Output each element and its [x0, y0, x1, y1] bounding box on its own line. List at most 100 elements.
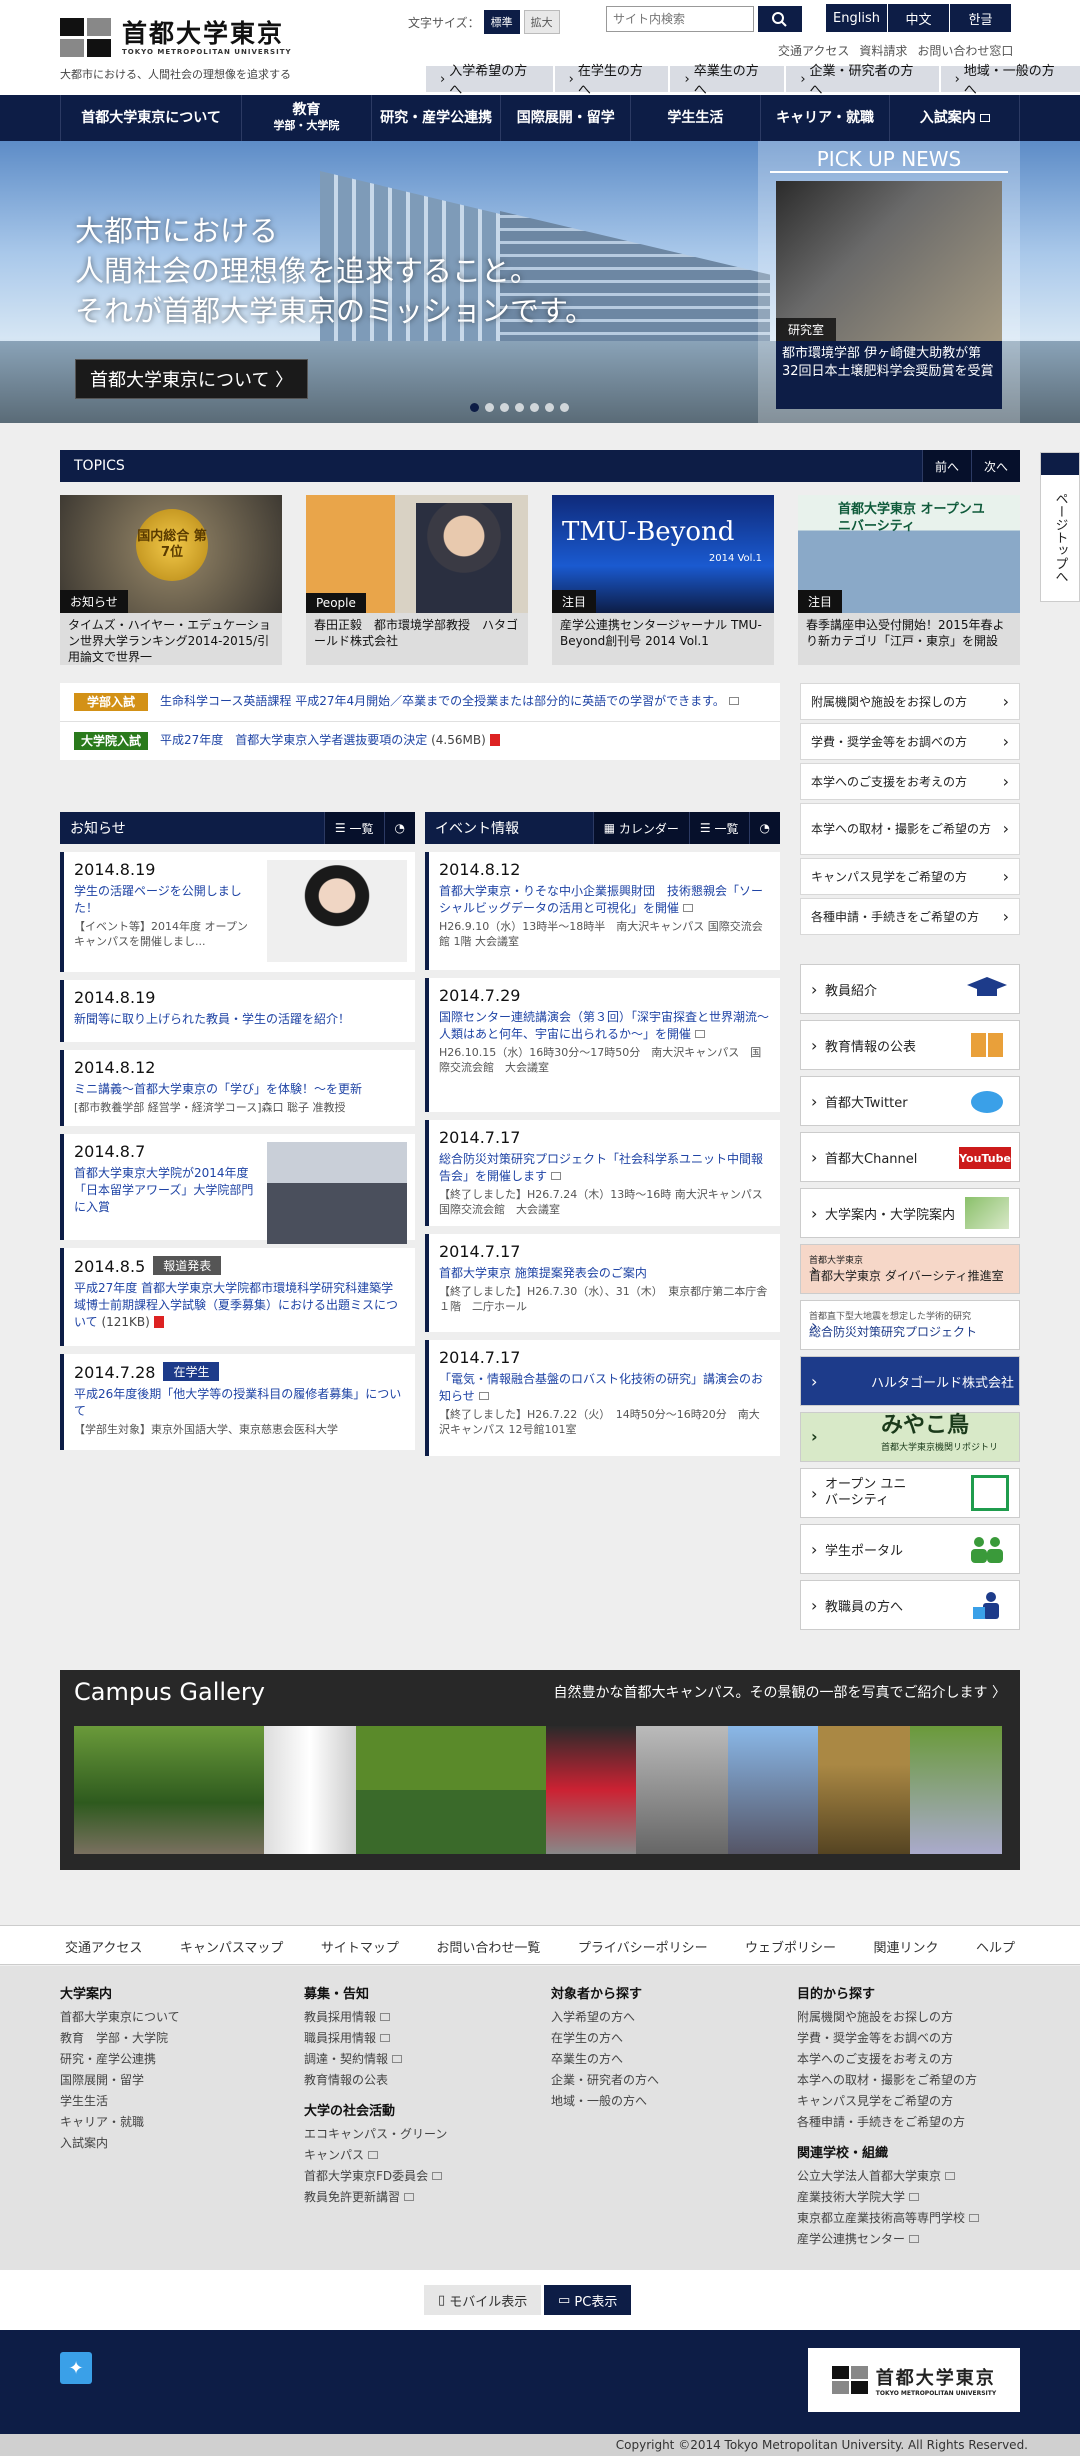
- sitemap-link[interactable]: 首都大学東京について: [60, 2007, 180, 2028]
- font-large-button[interactable]: 拡大: [523, 10, 560, 34]
- sitemap-link[interactable]: 公立大学法人首都大学東京: [797, 2166, 979, 2187]
- banner-miyakodori[interactable]: みやこ鳥首都大学東京機関リポジトリ: [800, 1412, 1020, 1462]
- search-input[interactable]: [606, 6, 754, 32]
- banner-staff[interactable]: 教職員の方へ: [800, 1580, 1020, 1630]
- purpose-link[interactable]: 附属機関や施設をお探しの方: [800, 683, 1020, 720]
- news-list-button[interactable]: ☰ 一覧: [323, 812, 384, 844]
- event-item[interactable]: 2014.7.17 首都大学東京 施策提案発表会のご案内 【終了しました】H26…: [425, 1234, 780, 1332]
- sitemap-link[interactable]: エコキャンパス・グリーン: [304, 2124, 447, 2145]
- nav-student-life[interactable]: 学生生活: [631, 95, 761, 141]
- footer-link[interactable]: プライバシーポリシー: [578, 1937, 708, 1956]
- topic-card[interactable]: People 春田正毅 都市環境学部教授 ハタゴールド株式会社: [306, 495, 528, 665]
- banner-disaster-research[interactable]: 首都直下型大地震を想定した学術的研究総合防災対策研究プロジェクト: [800, 1300, 1020, 1350]
- banner-youtube[interactable]: 首都大Channel YouTube: [800, 1132, 1020, 1182]
- lang-english[interactable]: English: [826, 4, 888, 32]
- link-request[interactable]: 資料請求: [859, 42, 907, 59]
- sitemap-link[interactable]: 研究・産学公連携: [60, 2049, 180, 2070]
- sitemap-link[interactable]: 学費・奨学金等をお調べの方: [797, 2028, 979, 2049]
- sitemap-link[interactable]: 本学への取材・撮影をご希望の方: [797, 2070, 979, 2091]
- slider-dot[interactable]: [560, 403, 569, 412]
- footer-link[interactable]: お問い合わせ一覧: [436, 1937, 540, 1956]
- sitemap-link[interactable]: 産学公連携センター: [797, 2229, 979, 2250]
- nav-education[interactable]: 教育 学部・大学院: [242, 95, 372, 141]
- pc-view-button[interactable]: ▭ PC表示: [544, 2285, 632, 2315]
- purpose-link[interactable]: 学費・奨学金等をお調べの方: [800, 723, 1020, 760]
- banner-education-info[interactable]: 教育情報の公表: [800, 1020, 1020, 1070]
- campus-gallery[interactable]: Campus Gallery 自然豊かな首都大キャンパス。その景観の一部を写真で…: [60, 1670, 1020, 1870]
- sitemap-link[interactable]: キャンパス見学をご希望の方: [797, 2091, 979, 2112]
- audience-students[interactable]: 在学生の方へ: [554, 64, 669, 98]
- nav-career[interactable]: キャリア・就職: [761, 95, 891, 141]
- gallery-photo[interactable]: [264, 1726, 356, 1854]
- banner-open-university[interactable]: オープン ユニバーシティ: [800, 1468, 1020, 1518]
- news-item[interactable]: 2014.8.19 学生の活躍ページを公開しました！ 【イベント等】2014年度…: [60, 852, 415, 972]
- sitemap-link[interactable]: 教育 学部・大学院: [60, 2028, 180, 2049]
- purpose-link[interactable]: 本学へのご支援をお考えの方: [800, 763, 1020, 800]
- event-item[interactable]: 2014.8.12 首都大学東京・りそな中小企業振興財団 技術懇親会「ソーシャル…: [425, 852, 780, 970]
- page-top-button[interactable]: ページトップへ: [1040, 452, 1080, 602]
- banner-faculty[interactable]: 教員紹介: [800, 964, 1020, 1014]
- sitemap-link[interactable]: 東京都立産業技術高等専門学校: [797, 2208, 980, 2229]
- sitemap-link[interactable]: 入学希望の方へ: [551, 2007, 659, 2028]
- purpose-link[interactable]: キャンパス見学をご希望の方: [800, 858, 1020, 895]
- topic-card[interactable]: TMU-Beyond 2014 Vol.1 注目 産学公連携センタージャーナル …: [552, 495, 774, 665]
- search-button[interactable]: [758, 6, 802, 32]
- sitemap-link[interactable]: キャンパス: [304, 2145, 447, 2166]
- news-item[interactable]: 2014.8.12 ミニ講義〜首都大学東京の「学び」を体験！〜を更新 [都市教養…: [60, 1050, 415, 1126]
- hero-about-button[interactable]: 首都大学東京について 〉: [75, 359, 309, 399]
- pickup-news[interactable]: PICK UP NEWS 研究室 都市環境学部 伊ヶ崎健大助教が第32回日本土壌…: [758, 141, 1020, 423]
- lang-chinese[interactable]: 中文: [888, 4, 950, 32]
- topic-card[interactable]: 国内総合 第7位 お知らせ タイムズ・ハイヤー・エデュケーション世界大学ランキン…: [60, 495, 282, 665]
- footer-link[interactable]: ヘルプ: [976, 1937, 1015, 1956]
- gallery-photo[interactable]: [636, 1726, 728, 1854]
- news-item[interactable]: 2014.8.5 報道発表 平成27年度 首都大学東京大学院都市環境科学研究科建築…: [60, 1248, 415, 1346]
- gallery-photo[interactable]: [818, 1726, 910, 1854]
- footer-logo[interactable]: 首都大学東京 TOKYO METROPOLITAN UNIVERSITY: [808, 2348, 1020, 2412]
- mobile-view-button[interactable]: ▯ モバイル表示: [424, 2285, 542, 2315]
- sitemap-link[interactable]: 職員採用情報: [304, 2028, 447, 2049]
- sitemap-link[interactable]: 首都大学東京FD委員会: [304, 2166, 447, 2187]
- gallery-photo[interactable]: [356, 1726, 546, 1854]
- nav-international[interactable]: 国際展開・留学: [501, 95, 632, 141]
- font-standard-button[interactable]: 標準: [483, 10, 520, 34]
- events-list-button[interactable]: ☰ 一覧: [688, 812, 749, 844]
- sitemap-link[interactable]: 産業技術大学院大学: [797, 2187, 979, 2208]
- news-item[interactable]: 2014.7.28 在学生 平成26年度後期「他大学等の授業科目の履修者募集」につ…: [60, 1354, 415, 1450]
- sitemap-link[interactable]: キャリア・就職: [60, 2112, 180, 2133]
- sitemap-link[interactable]: 本学へのご支援をお考えの方: [797, 2049, 979, 2070]
- event-item[interactable]: 2014.7.29 国際センター連続講演会（第３回）「深宇宙探査と世界潮流〜人類…: [425, 978, 780, 1112]
- link-contact[interactable]: お問い合わせ窓口: [917, 42, 1013, 59]
- calendar-button[interactable]: ▦ カレンダー: [592, 812, 689, 844]
- audience-applicants[interactable]: 入学希望の方へ: [426, 64, 553, 98]
- sitemap-link[interactable]: 調達・契約情報: [304, 2049, 447, 2070]
- announcement-row[interactable]: 学部入試 生命科学コース英語課程 平成27年4月開始／卒業までの全授業または部分…: [60, 683, 780, 722]
- purpose-link[interactable]: 各種申請・手続きをご希望の方: [800, 898, 1020, 935]
- nav-about[interactable]: 首都大学東京について: [60, 95, 243, 141]
- slider-dot[interactable]: [485, 403, 494, 412]
- gallery-photo[interactable]: [728, 1726, 818, 1854]
- sitemap-link[interactable]: 学生生活: [60, 2091, 180, 2112]
- sitemap-link[interactable]: 各種申請・手続きをご希望の方: [797, 2112, 979, 2133]
- slider-dot[interactable]: [500, 403, 509, 412]
- footer-link[interactable]: キャンパスマップ: [180, 1937, 284, 1956]
- footer-link[interactable]: サイトマップ: [321, 1937, 399, 1956]
- sitemap-link[interactable]: 企業・研究者の方へ: [551, 2070, 659, 2091]
- footer-link[interactable]: 交通アクセス: [65, 1937, 142, 1956]
- topics-next-button[interactable]: 次へ: [970, 450, 1020, 482]
- gallery-photo[interactable]: [74, 1726, 264, 1854]
- announcement-row[interactable]: 大学院入試 平成27年度 首都大学東京入学者選抜要項の決定 (4.56MB): [60, 722, 780, 760]
- link-access[interactable]: 交通アクセス: [778, 42, 849, 59]
- banner-twitter[interactable]: 首都大Twitter: [800, 1076, 1020, 1126]
- audience-community[interactable]: 地域・一般の方へ: [940, 64, 1080, 98]
- sitemap-link[interactable]: 教育情報の公表: [304, 2070, 447, 2091]
- sitemap-link[interactable]: 教員免許更新講習: [304, 2187, 447, 2208]
- sitemap-link[interactable]: 在学生の方へ: [551, 2028, 659, 2049]
- news-item[interactable]: 2014.8.7 首都大学東京大学院が2014年度「日本留学アワーズ」大学院部門…: [60, 1134, 415, 1244]
- slider-dot[interactable]: [530, 403, 539, 412]
- banner-student-portal[interactable]: 学生ポータル: [800, 1524, 1020, 1574]
- event-item[interactable]: 2014.7.17 総合防災対策研究プロジェクト「社会科学系ユニット中間報告会」…: [425, 1120, 780, 1226]
- banner-brochure[interactable]: 大学案内・大学院案内: [800, 1188, 1020, 1238]
- slider-dot[interactable]: [515, 403, 524, 412]
- rss-button[interactable]: ◔: [748, 812, 780, 844]
- footer-link[interactable]: 関連リンク: [874, 1937, 939, 1956]
